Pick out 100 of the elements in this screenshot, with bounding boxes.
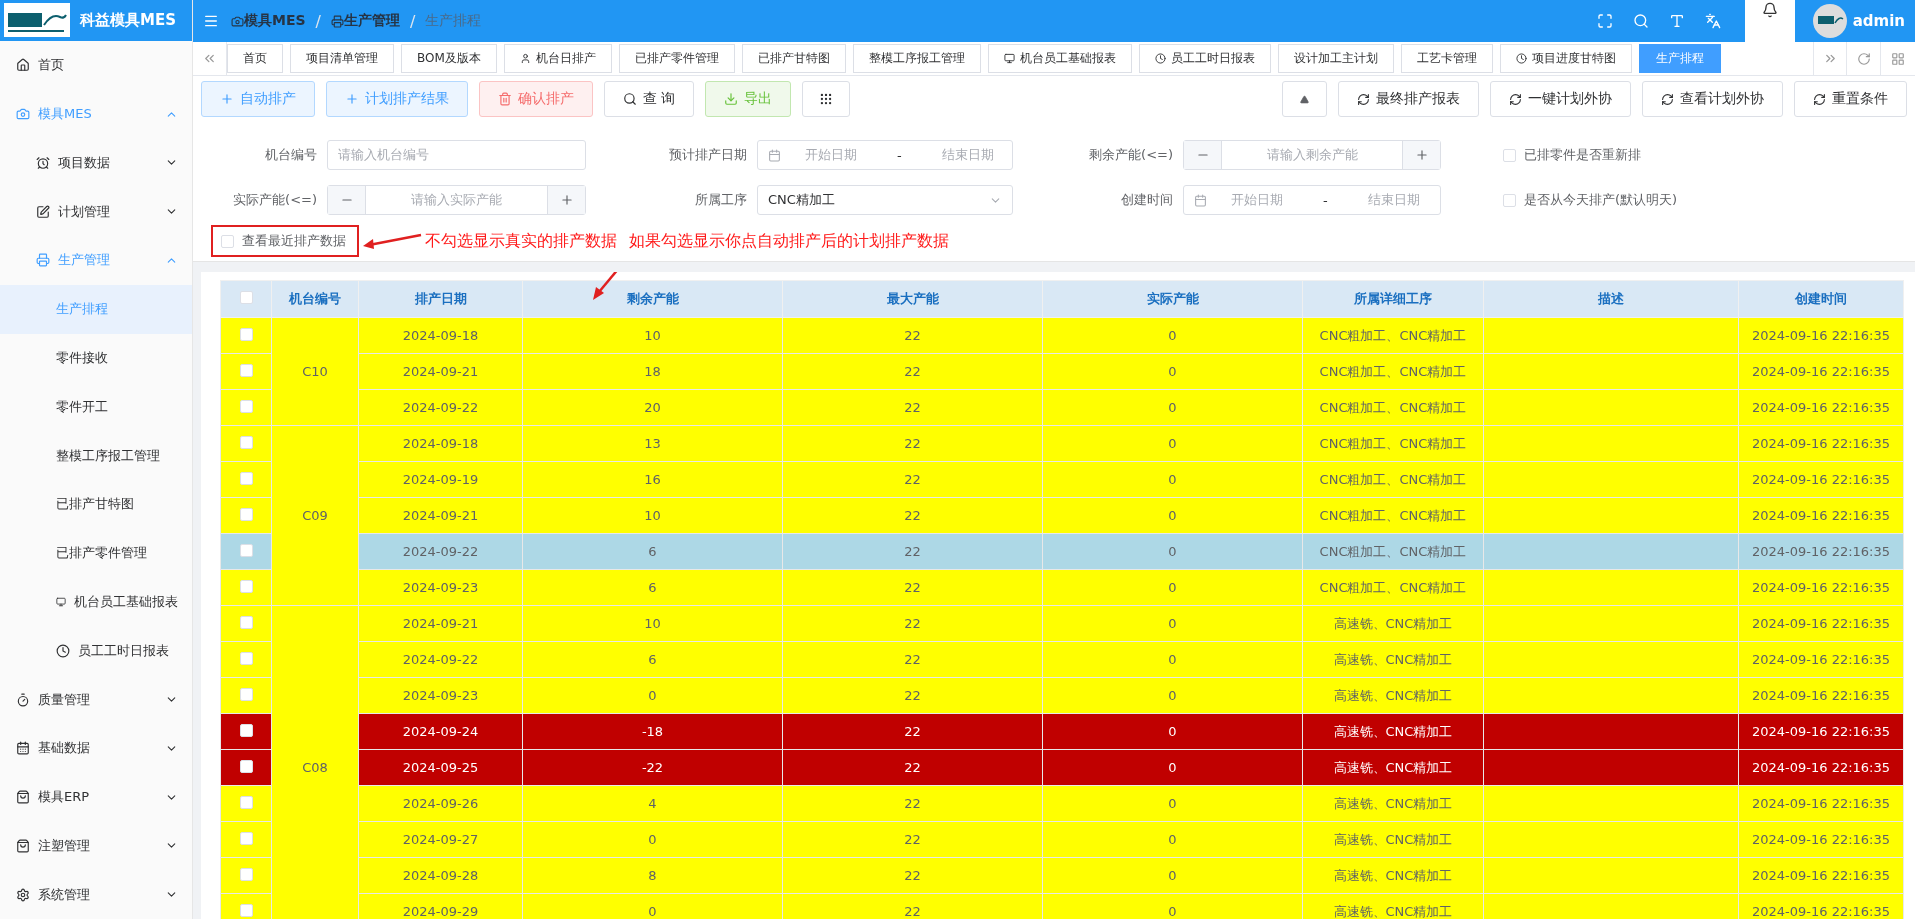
table-cell: 高速铣、CNC精加工 (1302, 893, 1484, 919)
page-tab[interactable]: 项目进度甘特图 (1499, 44, 1632, 73)
column-header: 机台编号 (271, 280, 359, 318)
table-cell: 0 (522, 677, 783, 714)
date-range-field[interactable]: 开始日期 - 结束日期 (1183, 185, 1441, 215)
sidebar-item[interactable]: 项目数据 (0, 138, 192, 188)
table-cell: 20 (522, 389, 783, 426)
table-cell: 22 (782, 425, 1043, 462)
page-tab[interactable]: 已排产甘特图 (741, 44, 846, 73)
table-cell: 0 (1042, 641, 1303, 678)
column-header: 排产日期 (358, 280, 523, 318)
sidebar-item[interactable]: 系统管理 (0, 870, 192, 919)
table-cell: 2024-09-29 (358, 893, 523, 919)
sidebar-item[interactable]: 质量管理 (0, 675, 192, 724)
select-field[interactable]: CNC精加工 (757, 185, 1013, 215)
table-cell: 高速铣、CNC精加工 (1302, 605, 1484, 642)
breadcrumb-item: 生产排程 (425, 12, 482, 30)
page-tab[interactable]: 项目清单管理 (290, 44, 394, 73)
sidebar-item[interactable]: 已排产甘特图 (0, 480, 192, 529)
toolbar-button[interactable]: 重置条件 (1794, 81, 1907, 117)
table-cell: 0 (522, 821, 783, 858)
toolbar-button[interactable]: 查看计划外协 (1642, 81, 1783, 117)
checkbox-option[interactable]: 已排零件是否重新排 (1441, 146, 1915, 164)
table-cell: 2024-09-21 (358, 605, 523, 642)
table-cell: 0 (1042, 317, 1303, 354)
table-cell: 22 (782, 677, 1043, 714)
page-tab[interactable]: 机台员工基础报表 (987, 44, 1132, 73)
table-cell: 4 (522, 785, 783, 822)
app-title: 科益模具MES (80, 11, 176, 30)
table-cell: 2024-09-16 22:16:35 (1738, 857, 1904, 894)
page-tab[interactable]: 设计加工主计划 (1277, 44, 1394, 73)
table-cell: 2024-09-24 (358, 713, 523, 750)
table-cell: 2024-09-16 22:16:35 (1738, 605, 1904, 642)
table-cell: 2024-09-16 22:16:35 (1738, 713, 1904, 750)
table-cell: 2024-09-16 22:16:35 (1738, 317, 1904, 354)
table-cell: 22 (782, 821, 1043, 858)
table-cell: 高速铣、CNC精加工 (1302, 677, 1484, 714)
table-cell: 2024-09-16 22:16:35 (1738, 893, 1904, 919)
page-tab[interactable]: 首页 (227, 44, 283, 73)
sidebar-item[interactable]: 零件接收 (0, 333, 192, 383)
sidebar-item[interactable]: 注塑管理 (0, 821, 192, 871)
sidebar-item[interactable]: 员工工时日报表 (0, 626, 192, 676)
table-cell: 2024-09-23 (358, 677, 523, 714)
sidebar-item[interactable]: 机台员工基础报表 (0, 577, 192, 627)
table-cell: CNC粗加工、CNC精加工 (1302, 497, 1484, 534)
checkbox-option[interactable]: 是否从今天排产(默认明天) (1441, 191, 1915, 209)
page-tab[interactable]: 员工工时日报表 (1138, 44, 1271, 73)
table-cell: 22 (782, 893, 1043, 919)
table-cell: 2024-09-16 22:16:35 (1738, 677, 1904, 714)
field-label: 所属工序 (694, 191, 748, 209)
sidebar-item[interactable]: 零件开工 (0, 382, 192, 432)
table-cell: 高速铣、CNC精加工 (1302, 713, 1484, 750)
table-cell: 0 (522, 893, 783, 919)
breadcrumb-item[interactable]: 生产管理 (343, 12, 400, 30)
sidebar-item[interactable]: 模具ERP (0, 772, 192, 822)
table-cell: 高速铣、CNC精加工 (1302, 749, 1484, 786)
page-tab[interactable]: 整模工序报工管理 (852, 44, 981, 73)
page-tab[interactable]: 工艺卡管理 (1400, 44, 1493, 73)
sidebar-item[interactable]: 已排产零件管理 (0, 528, 192, 578)
table-cell: CNC粗加工、CNC精加工 (1302, 317, 1484, 354)
table-cell: 0 (1042, 713, 1303, 750)
checkbox-label[interactable]: 查看最近排产数据 (242, 232, 346, 250)
table-cell: 2024-09-22 (358, 533, 523, 570)
table-cell: CNC粗加工、CNC精加工 (1302, 569, 1484, 606)
field-label: 创建时间 (1120, 191, 1174, 209)
table-cell: 0 (1042, 425, 1303, 462)
page-tab[interactable]: BOM及版本 (401, 44, 497, 73)
table-cell: 0 (1042, 677, 1303, 714)
date-range-field[interactable]: 开始日期 - 结束日期 (757, 140, 1013, 170)
table-cell: 0 (1042, 821, 1303, 858)
breadcrumb-item[interactable]: 模具MES (244, 12, 306, 30)
table-cell: 22 (782, 389, 1043, 426)
toolbar-button[interactable]: 最终排产报表 (1338, 81, 1479, 117)
table-cell: 22 (782, 533, 1043, 570)
sidebar-item[interactable]: 计划管理 (0, 187, 192, 237)
field-label: 实际产能(<=) (232, 191, 318, 209)
page-tab[interactable]: 机台日排产 (503, 44, 612, 73)
toolbar-button[interactable]: 查 询 (604, 81, 695, 117)
column-header: 最大产能 (782, 280, 1043, 318)
table-cell: 0 (1042, 389, 1303, 426)
table-cell: 2024-09-16 22:16:35 (1738, 641, 1904, 678)
sidebar-item[interactable]: 基础数据 (0, 723, 192, 773)
table-cell: 2024-09-28 (358, 857, 523, 894)
column-header: 创建时间 (1738, 280, 1904, 318)
table-cell: C09 (271, 425, 359, 606)
column-header: 所属详细工序 (1302, 280, 1484, 318)
table-cell: 22 (782, 713, 1043, 750)
table-cell: 0 (1042, 893, 1303, 919)
breadcrumb-separator: / (409, 11, 416, 31)
sidebar-item[interactable]: 首页 (0, 40, 192, 90)
table-cell: 0 (1042, 461, 1303, 498)
table-cell: 2024-09-16 22:16:35 (1738, 569, 1904, 606)
table-cell: 22 (782, 461, 1043, 498)
table-cell: 6 (522, 569, 783, 606)
column-header: 描述 (1483, 280, 1739, 318)
table-cell: 22 (782, 749, 1043, 786)
table-cell: 0 (1042, 785, 1303, 822)
toolbar-button[interactable]: 一键计划外协 (1490, 81, 1631, 117)
page-tab[interactable]: 已排产零件管理 (618, 44, 735, 73)
sidebar-item[interactable]: 整模工序报工管理 (0, 431, 192, 480)
